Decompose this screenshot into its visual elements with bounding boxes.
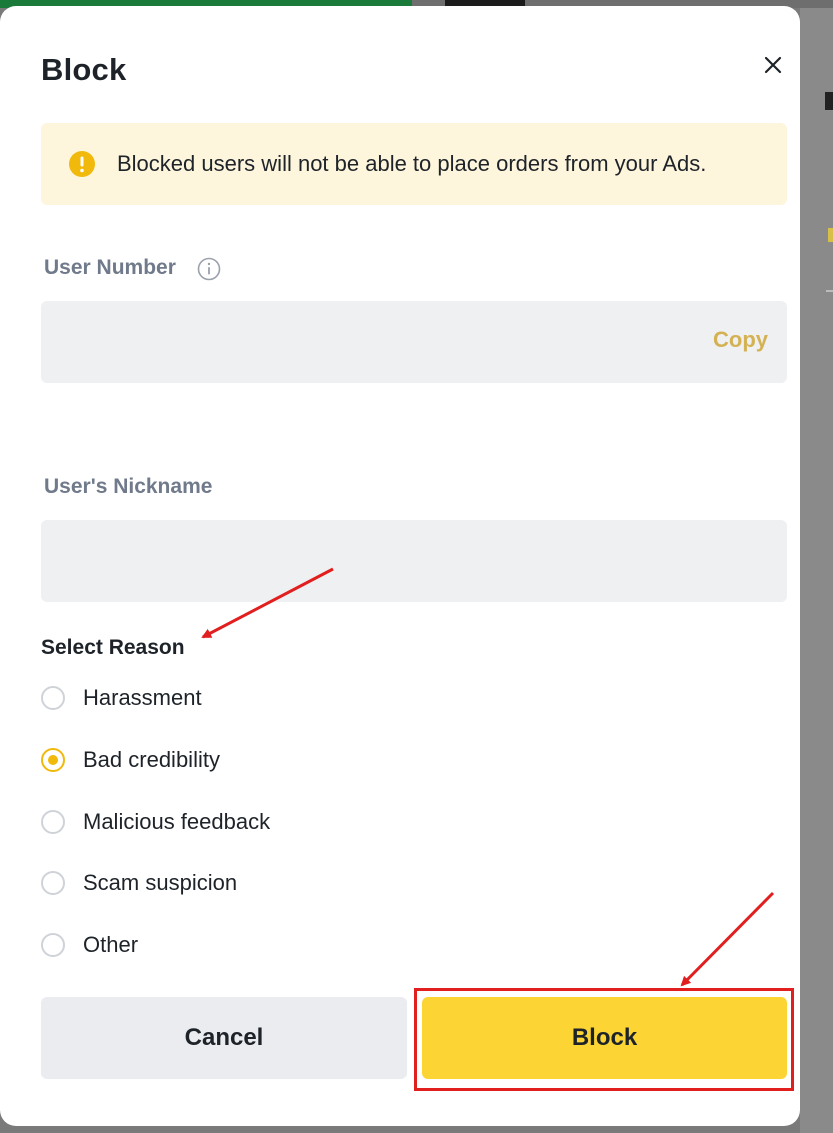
reason-option-label: Bad credibility [83, 747, 220, 772]
reason-option-label: Malicious feedback [83, 809, 271, 834]
reason-option-label: Harassment [83, 685, 202, 710]
user-number-label: User Number [44, 256, 176, 279]
warning-icon [69, 151, 95, 177]
notice-text: Blocked users will not be able to place … [117, 151, 707, 176]
background-accent-fragment [828, 228, 833, 242]
cancel-button[interactable]: Cancel [41, 997, 407, 1079]
reason-option-harassment[interactable]: Harassment [41, 684, 441, 716]
info-icon[interactable] [197, 257, 221, 281]
select-reason-title: Select Reason [41, 636, 185, 659]
nickname-field[interactable] [41, 520, 787, 602]
background-page-edge [800, 8, 833, 1133]
nickname-label: User's Nickname [44, 475, 213, 498]
radio-button[interactable] [41, 810, 65, 834]
background-text-fragment [825, 92, 833, 110]
block-button[interactable]: Block [422, 997, 787, 1079]
block-dialog: Block Blocked users will not be able to … [0, 6, 800, 1126]
reason-option-malicious-feedback[interactable]: Malicious feedback [41, 808, 441, 840]
background-divider-fragment [826, 290, 833, 292]
radio-button[interactable] [41, 871, 65, 895]
radio-button[interactable] [41, 933, 65, 957]
reason-option-bad-credibility[interactable]: Bad credibility [41, 746, 441, 778]
dialog-title: Block [41, 52, 127, 87]
user-number-field[interactable] [41, 301, 787, 383]
radio-button-selected[interactable] [41, 748, 65, 772]
copy-button[interactable]: Copy [688, 327, 768, 353]
reason-option-label: Scam suspicion [83, 870, 238, 895]
reason-option-label: Other [83, 932, 139, 957]
reason-option-scam-suspicion[interactable]: Scam suspicion [41, 869, 441, 901]
warning-notice: Blocked users will not be able to place … [41, 123, 787, 205]
radio-button[interactable] [41, 686, 65, 710]
reason-option-other[interactable]: Other [41, 931, 441, 963]
close-icon[interactable] [758, 50, 788, 80]
